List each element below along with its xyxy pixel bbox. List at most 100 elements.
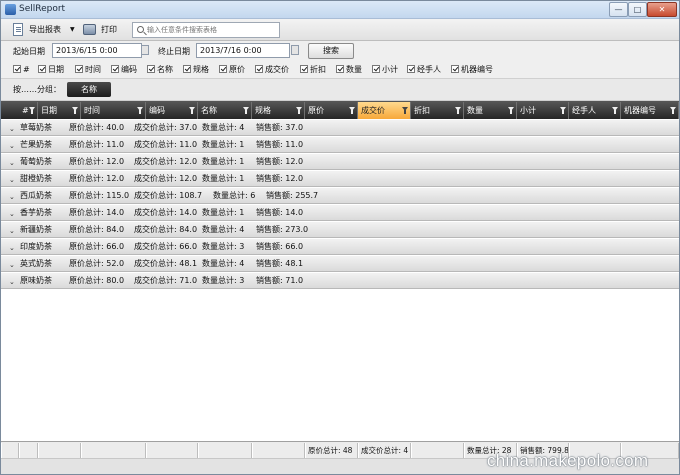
filter-icon[interactable] xyxy=(402,107,408,114)
filter-icon[interactable] xyxy=(189,107,195,114)
chevron-down-icon[interactable]: ⌄ xyxy=(9,139,15,154)
app-window: SellReport — □ ✕ 导出报表 ▼ 打印 起始日期 2013/6/1… xyxy=(0,0,680,475)
filter-icon[interactable] xyxy=(612,107,618,114)
maximize-button[interactable]: □ xyxy=(628,2,647,17)
filter-icon[interactable] xyxy=(296,107,302,114)
column-header-original-price[interactable]: 原价 xyxy=(305,102,358,119)
checkbox[interactable] xyxy=(183,65,191,73)
start-date-field[interactable]: 2013/6/15 0:00 xyxy=(52,43,142,58)
column-header-handler[interactable]: 经手人 xyxy=(569,102,621,119)
minimize-button[interactable]: — xyxy=(609,2,628,17)
filter-icon[interactable] xyxy=(243,107,249,114)
checkbox[interactable] xyxy=(407,65,415,73)
column-header-time[interactable]: 时间 xyxy=(81,102,146,119)
column-header-subtotal[interactable]: 小计 xyxy=(517,102,569,119)
print-button[interactable]: 打印 xyxy=(83,22,123,38)
checkbox[interactable] xyxy=(372,65,380,73)
column-header-discount[interactable]: 折扣 xyxy=(411,102,464,119)
chevron-down-icon[interactable]: ⌄ xyxy=(9,224,15,239)
checkbox[interactable] xyxy=(111,65,119,73)
column-toggle-handler[interactable]: 经手人 xyxy=(407,64,441,76)
chevron-down-icon[interactable]: ⌄ xyxy=(9,173,15,188)
column-header-quantity[interactable]: 数量 xyxy=(464,102,517,119)
checkbox[interactable] xyxy=(147,65,155,73)
group-row[interactable]: ⌄ 西瓜奶茶 原价总计: 115.0 成交价总计: 108.7 数量总计: 6 … xyxy=(1,188,679,204)
chevron-down-icon[interactable]: ⌄ xyxy=(9,156,15,171)
group-by-chip-name[interactable]: 名称 xyxy=(67,82,111,97)
filter-icon[interactable] xyxy=(560,107,566,114)
search-button[interactable]: 搜索 xyxy=(308,43,354,59)
column-header-code[interactable]: 编码 xyxy=(146,102,198,119)
column-header-date[interactable]: 日期 xyxy=(38,102,81,119)
group-sales-total: 销售额: 48.1 xyxy=(256,259,304,268)
group-row[interactable]: ⌄ 香芋奶茶 原价总计: 14.0 成交价总计: 14.0 数量总计: 1 销售… xyxy=(1,205,679,221)
column-header-spec[interactable]: 规格 xyxy=(252,102,305,119)
checkbox[interactable] xyxy=(75,65,83,73)
column-toggle-subtotal[interactable]: 小计 xyxy=(372,64,398,76)
column-toggle-code[interactable]: 编码 xyxy=(111,64,137,76)
column-toggle-original-price[interactable]: 原价 xyxy=(219,64,245,76)
column-toggle-label: 成交价 xyxy=(265,65,289,74)
end-date-calendar-icon[interactable] xyxy=(291,45,299,55)
grid-search-input[interactable] xyxy=(147,24,277,36)
title-bar[interactable]: SellReport — □ ✕ xyxy=(1,1,679,19)
dropdown-arrow-icon[interactable]: ▼ xyxy=(70,22,75,38)
column-header-label: 经手人 xyxy=(572,106,596,115)
column-toggle-quantity[interactable]: 数量 xyxy=(336,64,362,76)
column-toggle-time[interactable]: 时间 xyxy=(75,64,101,76)
checkbox[interactable] xyxy=(13,65,21,73)
export-report-button[interactable]: 导出报表 ▼ xyxy=(13,22,77,38)
column-header-name[interactable]: 名称 xyxy=(198,102,252,119)
chevron-down-icon[interactable]: ⌄ xyxy=(9,207,15,222)
checkbox[interactable] xyxy=(255,65,263,73)
column-header-deal-price[interactable]: 成交价 xyxy=(358,102,411,119)
column-toggle-discount[interactable]: 折扣 xyxy=(300,64,326,76)
column-toggle-deal-price[interactable]: 成交价 xyxy=(255,64,289,76)
checkbox[interactable] xyxy=(219,65,227,73)
start-date-calendar-icon[interactable] xyxy=(141,45,149,55)
checkbox[interactable] xyxy=(300,65,308,73)
group-quantity-total: 数量总计: 6 xyxy=(213,191,256,200)
chevron-down-icon[interactable]: ⌄ xyxy=(9,275,15,290)
column-toggle-label: 规格 xyxy=(193,65,209,74)
column-toggle-index[interactable]: # xyxy=(13,64,30,76)
group-row[interactable]: ⌄ 草莓奶茶 原价总计: 40.0 成交价总计: 37.0 数量总计: 4 销售… xyxy=(1,120,679,136)
column-toggle-date[interactable]: 日期 xyxy=(38,64,64,76)
group-row[interactable]: ⌄ 原味奶茶 原价总计: 80.0 成交价总计: 71.0 数量总计: 3 销售… xyxy=(1,273,679,289)
group-deal-total: 成交价总计: 14.0 xyxy=(134,208,198,217)
filter-icon[interactable] xyxy=(137,107,143,114)
group-quantity-total: 数量总计: 3 xyxy=(202,242,245,251)
footer-cell xyxy=(1,443,19,458)
column-header-index[interactable]: # xyxy=(1,102,38,119)
column-toggle-machine-id[interactable]: 机器编号 xyxy=(451,64,493,76)
filter-icon[interactable] xyxy=(508,107,514,114)
grid-search-box[interactable] xyxy=(132,22,280,38)
chevron-down-icon[interactable]: ⌄ xyxy=(9,241,15,256)
column-toggle-spec[interactable]: 规格 xyxy=(183,64,209,76)
group-row[interactable]: ⌄ 新疆奶茶 原价总计: 84.0 成交价总计: 84.0 数量总计: 4 销售… xyxy=(1,222,679,238)
group-row[interactable]: ⌄ 芒果奶茶 原价总计: 11.0 成交价总计: 11.0 数量总计: 1 销售… xyxy=(1,137,679,153)
group-quantity-total: 数量总计: 1 xyxy=(202,157,245,166)
filter-icon[interactable] xyxy=(349,107,355,114)
filter-icon[interactable] xyxy=(29,107,35,114)
group-name: 新疆奶茶 xyxy=(20,225,52,234)
group-row[interactable]: ⌄ 印度奶茶 原价总计: 66.0 成交价总计: 66.0 数量总计: 3 销售… xyxy=(1,239,679,255)
checkbox[interactable] xyxy=(336,65,344,73)
checkbox[interactable] xyxy=(451,65,459,73)
group-name: 香芋奶茶 xyxy=(20,208,52,217)
column-header-machine-id[interactable]: 机器编号 xyxy=(621,102,679,119)
chevron-down-icon[interactable]: ⌄ xyxy=(9,258,15,273)
chevron-down-icon[interactable]: ⌄ xyxy=(9,190,15,205)
checkbox[interactable] xyxy=(38,65,46,73)
end-date-field[interactable]: 2013/7/16 0:00 xyxy=(196,43,290,58)
close-button[interactable]: ✕ xyxy=(647,2,677,17)
group-row[interactable]: ⌄ 甜橙奶茶 原价总计: 12.0 成交价总计: 12.0 数量总计: 1 销售… xyxy=(1,171,679,187)
group-sales-total: 销售额: 66.0 xyxy=(256,242,304,251)
group-row[interactable]: ⌄ 英式奶茶 原价总计: 52.0 成交价总计: 48.1 数量总计: 4 销售… xyxy=(1,256,679,272)
filter-icon[interactable] xyxy=(72,107,78,114)
filter-icon[interactable] xyxy=(670,107,676,114)
filter-icon[interactable] xyxy=(455,107,461,114)
column-toggle-name[interactable]: 名称 xyxy=(147,64,173,76)
chevron-down-icon[interactable]: ⌄ xyxy=(9,122,15,137)
group-row[interactable]: ⌄ 葡萄奶茶 原价总计: 12.0 成交价总计: 12.0 数量总计: 1 销售… xyxy=(1,154,679,170)
